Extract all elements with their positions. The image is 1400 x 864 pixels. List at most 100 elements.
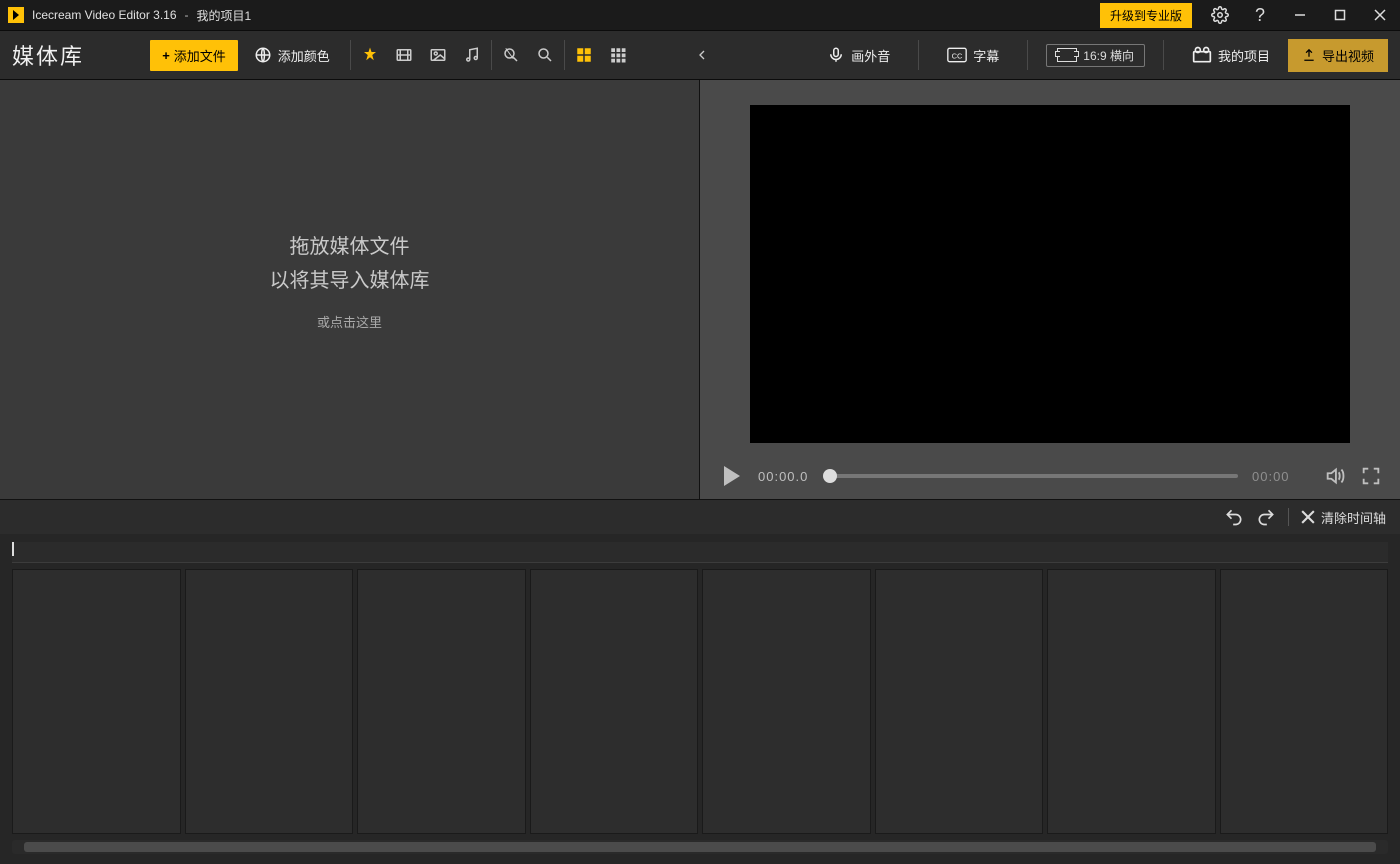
app-title: Icecream Video Editor 3.16 (32, 8, 177, 22)
timeline-clip-slot[interactable] (185, 569, 354, 834)
minimize-icon (1294, 9, 1306, 21)
window-close-button[interactable] (1360, 0, 1400, 30)
view-mode-icons (575, 46, 627, 64)
timeline-toolbar: 清除时间轴 (0, 499, 1400, 534)
cc-icon: CC (947, 47, 967, 63)
volume-button[interactable] (1324, 465, 1346, 487)
timeline-separator (1288, 508, 1289, 526)
filter-all-icon[interactable] (361, 46, 379, 64)
undo-icon (1224, 507, 1244, 527)
close-icon (1301, 510, 1315, 524)
title-bar: Icecream Video Editor 3.16 - 我的项目1 升级到专业… (0, 0, 1400, 31)
undo-button[interactable] (1224, 507, 1244, 527)
scrollbar-thumb[interactable] (24, 842, 1376, 852)
subtitle-button[interactable]: CC 字幕 (937, 40, 1009, 71)
filter-video-icon[interactable] (395, 46, 413, 64)
preview-panel: 00:00.0 00:00 (700, 80, 1400, 499)
add-color-button[interactable]: 添加颜色 (244, 40, 340, 71)
preview-video[interactable] (750, 105, 1350, 443)
drop-hint-line2: 以将其导入媒体库 (0, 264, 699, 298)
toolbar-separator (350, 40, 351, 70)
search-icon[interactable] (536, 46, 554, 64)
timeline-clip-slot[interactable] (12, 569, 181, 834)
total-time: 00:00 (1252, 469, 1310, 484)
window-maximize-button[interactable] (1320, 0, 1360, 30)
speaker-icon (1324, 465, 1346, 487)
add-file-button[interactable]: + 添加文件 (150, 40, 238, 71)
subtitle-label: 字幕 (973, 46, 999, 65)
globe-icon (254, 46, 272, 64)
timeline-clip-slot[interactable] (875, 569, 1044, 834)
plus-icon: + (162, 48, 170, 63)
clear-timeline-label: 清除时间轴 (1321, 508, 1386, 527)
media-drop-zone[interactable]: 拖放媒体文件 以将其导入媒体库 或点击这里 (0, 230, 699, 331)
drop-hint-line3: 或点击这里 (0, 312, 699, 331)
toolbar-separator (1163, 40, 1164, 70)
export-label: 导出视频 (1322, 46, 1374, 65)
timeline-clip-slot[interactable] (357, 569, 526, 834)
timeline-clip-slot[interactable] (702, 569, 871, 834)
title-separator: - (185, 8, 189, 22)
timeline-track[interactable] (0, 563, 1400, 836)
toolbar-separator (1027, 40, 1028, 70)
toolbar-separator (491, 40, 492, 70)
media-library-panel[interactable]: 拖放媒体文件 以将其导入媒体库 或点击这里 (0, 80, 700, 499)
seek-knob[interactable] (823, 469, 837, 483)
toolbar-separator (564, 40, 565, 70)
drop-hint-line1: 拖放媒体文件 (0, 230, 699, 264)
upgrade-button[interactable]: 升级到专业版 (1100, 3, 1192, 28)
voiceover-button[interactable]: 画外音 (817, 40, 900, 71)
microphone-icon (827, 46, 845, 64)
aspect-ratio-label: 16:9 横向 (1083, 47, 1134, 64)
toolbar-left: 媒体库 + 添加文件 添加颜色 (0, 31, 723, 79)
preview-stage (700, 80, 1400, 453)
svg-text:CC: CC (952, 51, 963, 60)
timeline-clip-slot[interactable] (530, 569, 699, 834)
media-library-title: 媒体库 (12, 39, 84, 71)
projects-icon (1192, 46, 1212, 64)
zoom-reset-icon[interactable] (502, 46, 520, 64)
upload-icon (1302, 48, 1316, 62)
fullscreen-icon (1360, 465, 1382, 487)
timeline-clip-slot[interactable] (1047, 569, 1216, 834)
redo-icon (1256, 507, 1276, 527)
collapse-panel-button[interactable] (693, 46, 711, 64)
redo-button[interactable] (1256, 507, 1276, 527)
window-minimize-button[interactable] (1280, 0, 1320, 30)
app-icon (8, 7, 24, 23)
preview-controls: 00:00.0 00:00 (700, 453, 1400, 499)
media-filter-icons (361, 46, 481, 64)
toolbar-right: 画外音 CC 字幕 16:9 横向 我的项目 导出视频 (723, 31, 1400, 79)
filter-audio-icon[interactable] (463, 46, 481, 64)
settings-button[interactable] (1200, 0, 1240, 30)
timeline-panel (0, 534, 1400, 864)
work-area: 拖放媒体文件 以将其导入媒体库 或点击这里 00:00.0 00:00 (0, 80, 1400, 499)
add-color-label: 添加颜色 (278, 46, 330, 65)
seek-slider[interactable] (830, 474, 1238, 478)
voiceover-label: 画外音 (851, 46, 890, 65)
add-file-label: 添加文件 (174, 46, 226, 65)
timeline-scrollbar[interactable] (12, 840, 1388, 854)
timeline-ruler[interactable] (12, 542, 1388, 563)
toolbar-separator (918, 40, 919, 70)
my-projects-label: 我的项目 (1218, 46, 1270, 65)
project-name: 我的项目1 (197, 7, 252, 24)
fullscreen-button[interactable] (1360, 465, 1382, 487)
play-button[interactable] (718, 463, 744, 489)
gear-icon (1211, 6, 1229, 24)
export-video-button[interactable]: 导出视频 (1288, 39, 1388, 72)
aspect-ratio-selector[interactable]: 16:9 横向 (1046, 44, 1145, 67)
question-icon: ? (1255, 5, 1265, 26)
clear-timeline-button[interactable]: 清除时间轴 (1301, 508, 1386, 527)
search-icons (502, 46, 554, 64)
view-large-grid-icon[interactable] (575, 46, 593, 64)
my-projects-button[interactable]: 我的项目 (1182, 40, 1280, 71)
close-icon (1374, 9, 1386, 21)
aspect-ratio-icon (1057, 48, 1077, 62)
view-small-grid-icon[interactable] (609, 46, 627, 64)
timeline-clip-slot[interactable] (1220, 569, 1389, 834)
help-button[interactable]: ? (1240, 0, 1280, 30)
current-time: 00:00.0 (758, 469, 816, 484)
filter-image-icon[interactable] (429, 46, 447, 64)
main-toolbar: 媒体库 + 添加文件 添加颜色 (0, 31, 1400, 80)
